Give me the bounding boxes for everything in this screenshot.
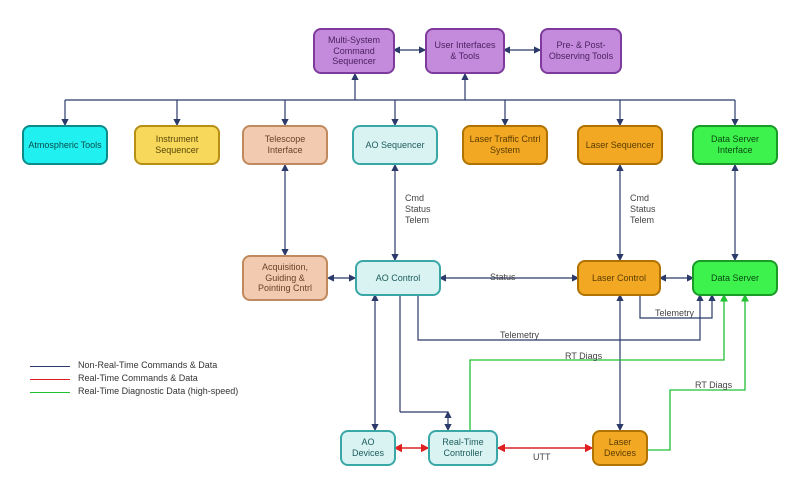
edge-label-rt-diags-rtc: RT Diags bbox=[565, 351, 602, 361]
legend-text-green: Real-Time Diagnostic Data (high-speed) bbox=[78, 386, 260, 397]
box-label: Data Server bbox=[711, 273, 759, 284]
legend-row-red: Real-Time Commands & Data bbox=[30, 373, 260, 384]
box-label: Data Server Interface bbox=[698, 134, 772, 156]
box-label: Laser Traffic Cntrl System bbox=[468, 134, 542, 156]
box-label: Multi-System Command Sequencer bbox=[319, 35, 389, 67]
legend-row-green: Real-Time Diagnostic Data (high-speed) bbox=[30, 386, 260, 397]
edge-label-telemetry-ao: Telemetry bbox=[500, 330, 539, 340]
legend-row-navy: Non-Real-Time Commands & Data bbox=[30, 360, 260, 371]
box-label: AO Sequencer bbox=[365, 140, 424, 151]
box-multi-system-command-sequencer: Multi-System Command Sequencer bbox=[313, 28, 395, 74]
box-ao-sequencer: AO Sequencer bbox=[352, 125, 438, 165]
legend-swatch-red bbox=[30, 379, 70, 380]
box-data-server-interface: Data Server Interface bbox=[692, 125, 778, 165]
box-label: Laser Devices bbox=[598, 437, 642, 459]
edge-label-rt-diags-laser: RT Diags bbox=[695, 380, 732, 390]
box-data-server: Data Server bbox=[692, 260, 778, 296]
edge-label-telemetry-laser: Telemetry bbox=[655, 308, 694, 318]
box-telescope-interface: Telescope Interface bbox=[242, 125, 328, 165]
edge-label-cmd-status-telem-laser: Cmd Status Telem bbox=[630, 193, 670, 225]
legend-text-navy: Non-Real-Time Commands & Data bbox=[78, 360, 260, 371]
box-laser-devices: Laser Devices bbox=[592, 430, 648, 466]
box-label: Real-Time Controller bbox=[434, 437, 492, 459]
box-label: Laser Sequencer bbox=[586, 140, 655, 151]
box-atmospheric-tools: Atmospheric Tools bbox=[22, 125, 108, 165]
box-label: AO Devices bbox=[346, 437, 390, 459]
box-pre-post-observing-tools: Pre- & Post-Observing Tools bbox=[540, 28, 622, 74]
box-real-time-controller: Real-Time Controller bbox=[428, 430, 498, 466]
box-user-interfaces-tools: User Interfaces & Tools bbox=[425, 28, 505, 74]
edge-label-utt: UTT bbox=[533, 452, 551, 462]
legend-text-red: Real-Time Commands & Data bbox=[78, 373, 260, 384]
box-label: AO Control bbox=[376, 273, 421, 284]
box-acquisition-guiding-pointing: Acquisition, Guiding & Pointing Cntrl bbox=[242, 255, 328, 301]
legend: Non-Real-Time Commands & Data Real-Time … bbox=[30, 360, 260, 398]
legend-swatch-navy bbox=[30, 366, 70, 367]
box-instrument-sequencer: Instrument Sequencer bbox=[134, 125, 220, 165]
box-label: Telescope Interface bbox=[248, 134, 322, 156]
box-label: Laser Control bbox=[592, 273, 646, 284]
box-laser-control: Laser Control bbox=[577, 260, 661, 296]
box-label: Pre- & Post-Observing Tools bbox=[546, 40, 616, 62]
box-ao-devices: AO Devices bbox=[340, 430, 396, 466]
diagram-arrows bbox=[0, 0, 800, 501]
box-laser-traffic-control-system: Laser Traffic Cntrl System bbox=[462, 125, 548, 165]
box-label: Acquisition, Guiding & Pointing Cntrl bbox=[248, 262, 322, 294]
legend-swatch-green bbox=[30, 392, 70, 393]
box-label: Atmospheric Tools bbox=[28, 140, 101, 151]
box-laser-sequencer: Laser Sequencer bbox=[577, 125, 663, 165]
box-label: Instrument Sequencer bbox=[140, 134, 214, 156]
box-ao-control: AO Control bbox=[355, 260, 441, 296]
box-label: User Interfaces & Tools bbox=[431, 40, 499, 62]
edge-label-status: Status bbox=[490, 272, 516, 282]
edge-label-cmd-status-telem-ao: Cmd Status Telem bbox=[405, 193, 445, 225]
